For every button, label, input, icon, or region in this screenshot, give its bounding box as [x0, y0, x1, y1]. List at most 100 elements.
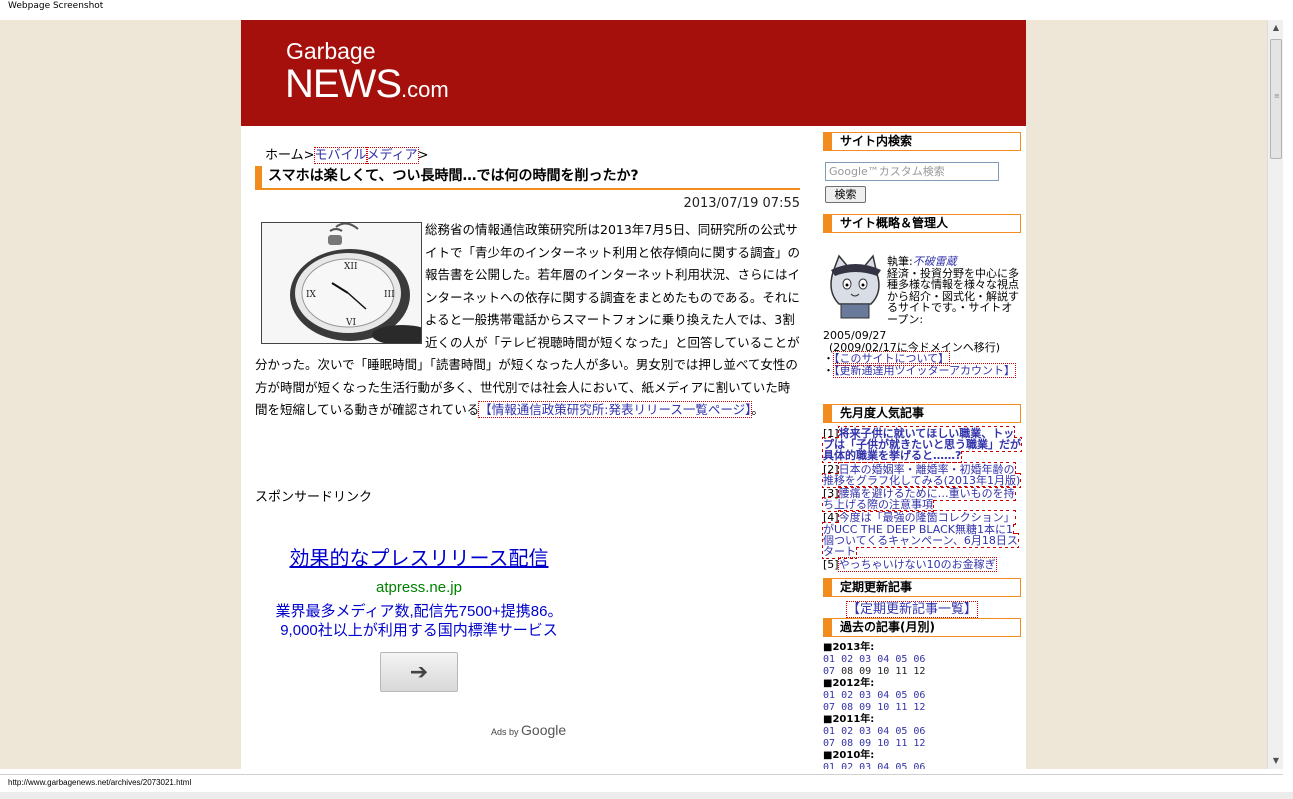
about-section-heading: サイト概略＆管理人: [823, 214, 1021, 233]
ads-by-label: Ads by: [491, 727, 519, 737]
archive-section-heading: 過去の記事(月別): [823, 618, 1021, 637]
search-button[interactable]: 検索: [825, 186, 866, 203]
release-list-link[interactable]: 【情報通信政策研究所:発表リリース一覧ページ】: [478, 401, 753, 418]
twitter-account-link[interactable]: 【更新通達用ツイッターアカウント】: [832, 362, 1017, 378]
author-avatar: [825, 252, 885, 320]
periodic-section-heading: 定期更新記事: [823, 578, 1021, 597]
archive-month-link[interactable]: 04: [877, 654, 889, 665]
ad-block: 効果的なプレスリリース配信 atpress.ne.jp 業界最多メディア数,配信…: [269, 542, 569, 692]
archive-month-link[interactable]: 03: [859, 762, 871, 769]
site-search-input[interactable]: Google™カスタム検索: [825, 162, 999, 181]
popular-article-link[interactable]: 将来子供に就いてほしい職業、トップは「子供が就きたいと思う職業」だが具体的職業を…: [822, 425, 1022, 464]
archive-month-link: 11: [895, 666, 908, 677]
archive-year: ■2010年:: [823, 750, 875, 761]
breadcrumb-item-media[interactable]: メディア: [365, 147, 419, 164]
breadcrumb-sep: >: [303, 148, 315, 163]
article-date: 2013/07/19 07:55: [683, 196, 800, 211]
archive-month-link[interactable]: 09: [859, 738, 871, 749]
author-profile: 執筆:不破雷蔵 経済・投資分野を中心に多種多様な情報を様々な視点から紹介・図式化…: [887, 256, 1021, 325]
article-text-end: 。: [751, 402, 764, 417]
archive-month-link[interactable]: 06: [913, 690, 925, 701]
list-item: [2]日本の婚姻率・離婚率・初婚年齢の推移をグラフ化してみる(2013年1月版): [821, 461, 1022, 488]
archive-month-link[interactable]: 03: [859, 690, 871, 701]
archive-month-link[interactable]: 01: [823, 690, 835, 701]
archive-month-link[interactable]: 05: [895, 654, 907, 665]
ad-description[interactable]: 業界最多メディア数,配信先7500+提携86。9,000社以上が利用する国内標準…: [269, 602, 569, 640]
archive-month-row: 01 02 03 04 05 06: [823, 690, 1021, 702]
archive-month-link[interactable]: 04: [877, 690, 889, 701]
cat-avatar-icon: [825, 252, 885, 320]
site-header: Garbage NEWS.com: [241, 20, 1026, 126]
grip-icon: ≡: [1274, 92, 1280, 100]
archive-month-link[interactable]: 02: [841, 690, 853, 701]
archive-month-link[interactable]: 07: [823, 738, 835, 749]
archive-month-link[interactable]: 01: [823, 726, 835, 737]
popular-article-link[interactable]: 腰痛を避けるために…重いものを持ち上げる際の注意事項: [822, 486, 1016, 513]
list-item: [5]やっちゃいけない10のお金稼ぎ: [823, 557, 1021, 573]
vertical-scrollbar[interactable]: ▲ ≡ ▼: [1267, 20, 1283, 769]
archive-month-link[interactable]: 05: [895, 690, 907, 701]
archive-month-link[interactable]: 08: [841, 702, 853, 713]
archive-month-link[interactable]: 02: [841, 726, 853, 737]
archive-month-row: 07 08 09 10 11 12: [823, 666, 1021, 678]
archive-month-link[interactable]: 02: [841, 762, 853, 769]
archive-month-link[interactable]: 06: [913, 654, 925, 665]
archive-month-link[interactable]: 10: [877, 702, 889, 713]
svg-text:XII: XII: [344, 262, 358, 272]
search-section-heading: サイト内検索: [823, 132, 1021, 151]
archive-month-link[interactable]: 01: [823, 654, 835, 665]
periodic-articles-link[interactable]: 【定期更新記事一覧】: [845, 601, 979, 618]
ad-title-link[interactable]: 効果的なプレスリリース配信: [269, 542, 569, 571]
archive-month-link[interactable]: 12: [913, 702, 925, 713]
site-open-info: 2005/09/27 (2009/02/17に今ドメインへ移行) ・【このサイト…: [823, 330, 1021, 378]
list-item: [4]今度は「最強の隆箇コレクション」がUCC THE DEEP BLACK無糖…: [822, 510, 1021, 560]
pocket-watch-photo[interactable]: XII III VI IX: [261, 222, 422, 344]
scrollbar-thumb[interactable]: ≡: [1270, 39, 1282, 159]
logo-top-text[interactable]: Garbage: [286, 38, 376, 65]
breadcrumb-item-mobile[interactable]: モバイル: [313, 147, 368, 164]
site-logo[interactable]: NEWS.com: [285, 62, 449, 107]
archive-month-link[interactable]: 03: [859, 726, 871, 737]
scroll-down-icon[interactable]: ▼: [1268, 753, 1284, 769]
archive-month-link[interactable]: 01: [823, 762, 835, 769]
archive-month-link[interactable]: 06: [913, 726, 925, 737]
popular-article-link[interactable]: 今度は「最強の隆箇コレクション」がUCC THE DEEP BLACK無糖1本に…: [822, 510, 1019, 560]
popular-articles-list: [1]将来子供に就いてほしい職業、トップは「子供が就きたいと思う職業」だが具体的…: [821, 425, 1022, 573]
archive-month-link: 12: [913, 666, 926, 677]
svg-text:IX: IX: [306, 290, 317, 300]
ads-by-google[interactable]: Ads by Google: [491, 722, 566, 738]
archive-month-link[interactable]: 05: [895, 726, 907, 737]
logo-suffix: .com: [401, 77, 449, 102]
archive-month-link: 10: [877, 666, 890, 677]
status-bar: http://www.garbagenews.net/archives/2073…: [0, 774, 1283, 792]
archive-month-link[interactable]: 04: [877, 762, 889, 769]
archive-month-link[interactable]: 07: [823, 702, 835, 713]
popular-article-link[interactable]: 日本の婚姻率・離婚率・初婚年齢の推移をグラフ化してみる(2013年1月版): [821, 461, 1022, 488]
archive-month-link[interactable]: 07: [823, 666, 835, 677]
browser-viewport: Garbage NEWS.com ホーム>モバイルメディア> スマホは楽しくて、…: [0, 20, 1267, 769]
ad-url[interactable]: atpress.ne.jp: [269, 579, 569, 596]
archive-month-link[interactable]: 08: [841, 738, 853, 749]
archive-month-link[interactable]: 05: [895, 762, 907, 769]
archive-month-link[interactable]: 09: [859, 702, 871, 713]
archive-month-link[interactable]: 10: [877, 738, 889, 749]
archive-year: ■2012年:: [823, 678, 875, 689]
breadcrumb-home[interactable]: ホーム: [265, 148, 304, 163]
google-logo: Google: [521, 722, 567, 738]
ad-go-button[interactable]: ➔: [380, 652, 458, 692]
popular-article-link[interactable]: やっちゃいけない10のお金稼ぎ: [837, 557, 997, 573]
archive-month-link[interactable]: 11: [895, 702, 907, 713]
profile-text: 経済・投資分野を中心に多種多様な情報を様々な視点から紹介・図式化・解説するサイト…: [887, 266, 1019, 326]
scroll-up-icon[interactable]: ▲: [1268, 20, 1284, 36]
arrow-right-icon: ➔: [409, 659, 429, 685]
archive-month-link[interactable]: 11: [895, 738, 907, 749]
periodic-list: 【定期更新記事一覧】: [845, 598, 979, 618]
archive-month-link[interactable]: 04: [877, 726, 889, 737]
page-container: Garbage NEWS.com ホーム>モバイルメディア> スマホは楽しくて、…: [241, 20, 1026, 769]
archive-month-link[interactable]: 03: [859, 654, 871, 665]
popular-section-heading: 先月度人気記事: [823, 404, 1021, 423]
archive-month-link[interactable]: 12: [913, 738, 925, 749]
window-frame-shadow: [0, 792, 1293, 799]
archive-month-link[interactable]: 02: [841, 654, 853, 665]
archive-month-link[interactable]: 06: [913, 762, 925, 769]
